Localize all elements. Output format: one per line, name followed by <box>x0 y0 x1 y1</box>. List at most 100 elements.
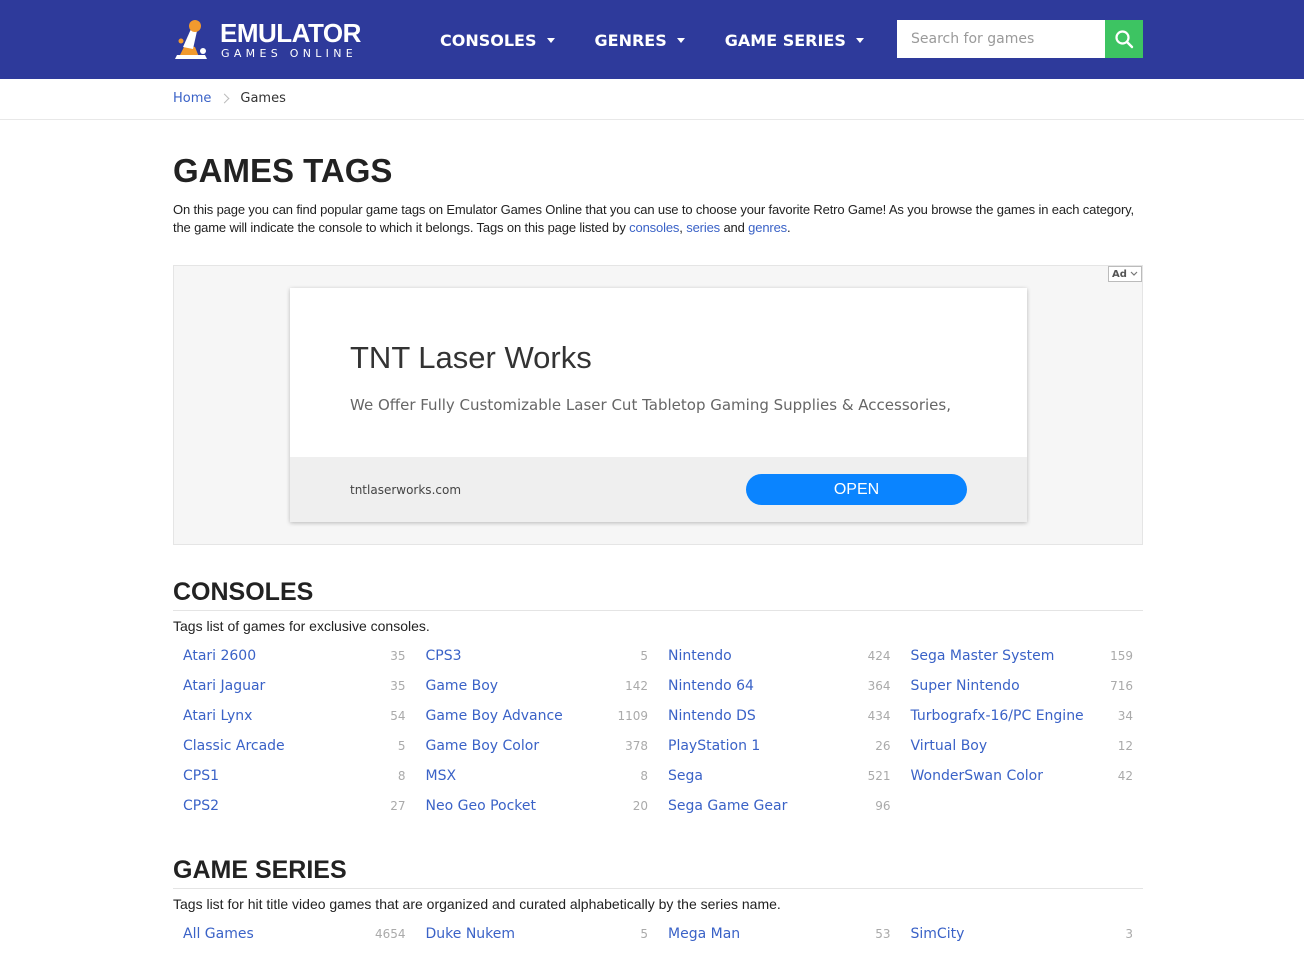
tag-link[interactable]: Duke Nukem <box>426 926 516 942</box>
tag-item[interactable]: PlayStation 1 26 <box>668 731 891 761</box>
tag-item[interactable]: Atari 2600 35 <box>183 641 406 671</box>
search-input[interactable] <box>897 20 1105 58</box>
logo-subtitle: GAMES ONLINE <box>221 47 358 60</box>
tag-count: 20 <box>632 799 648 813</box>
tag-item[interactable]: Sega Game Gear 96 <box>668 791 891 821</box>
ad-description: We Offer Fully Customizable Laser Cut Ta… <box>350 396 951 414</box>
page-intro: On this page you can find popular game t… <box>173 201 1143 237</box>
tag-count: 42 <box>1117 769 1133 783</box>
tag-link[interactable]: All Games <box>183 926 254 942</box>
tag-link[interactable]: Game Boy Advance <box>426 708 563 724</box>
ad-card[interactable]: TNT Laser Works We Offer Fully Customiza… <box>290 288 1027 522</box>
tag-count: 364 <box>867 679 891 693</box>
tag-item[interactable]: Game Boy Color 378 <box>426 731 649 761</box>
tag-item[interactable]: Classic Arcade 5 <box>183 731 406 761</box>
nav-genres[interactable]: GENRES <box>595 28 685 52</box>
tag-item[interactable]: Super Nintendo 716 <box>911 671 1134 701</box>
tag-link[interactable]: CPS3 <box>426 648 462 664</box>
breadcrumb: Home Games <box>173 91 286 106</box>
tag-link[interactable]: CPS2 <box>183 798 219 814</box>
tag-item[interactable]: Duke Nukem 5 <box>426 919 649 949</box>
ad-choices-badge[interactable]: Ad <box>1108 266 1142 282</box>
tag-link[interactable]: Nintendo 64 <box>668 678 754 694</box>
tag-link[interactable]: Sega <box>668 768 703 784</box>
tag-count: 27 <box>390 799 406 813</box>
chevron-down-icon <box>546 37 555 43</box>
site-logo[interactable]: EMULATOR GAMES ONLINE <box>173 17 368 63</box>
game-series-section: GAME SERIES Tags list for hit title vide… <box>173 856 1143 949</box>
tag-link[interactable]: Atari 2600 <box>183 648 256 664</box>
tag-item[interactable]: CPS3 5 <box>426 641 649 671</box>
tag-item[interactable]: Virtual Boy 12 <box>911 731 1134 761</box>
tag-count: 8 <box>640 769 648 783</box>
tag-link[interactable]: MSX <box>426 768 457 784</box>
search-form <box>897 20 1143 58</box>
tag-link[interactable]: Nintendo <box>668 648 732 664</box>
logo-title: EMULATOR <box>220 18 361 48</box>
tag-link[interactable]: Sega Game Gear <box>668 798 787 814</box>
top-navigation-bar: EMULATOR GAMES ONLINE CONSOLES GENRES GA… <box>0 0 1304 79</box>
tag-link[interactable]: Neo Geo Pocket <box>426 798 537 814</box>
tag-count: 96 <box>875 799 891 813</box>
intro-genres-link[interactable]: genres <box>748 220 787 235</box>
ad-footer: tntlaserworks.com OPEN <box>290 457 1027 522</box>
game-series-section-desc: Tags list for hit title video games that… <box>173 896 781 912</box>
tag-link[interactable]: Atari Lynx <box>183 708 252 724</box>
tag-column: Duke Nukem 5 <box>416 919 659 949</box>
ad-open-button[interactable]: OPEN <box>746 474 967 505</box>
tag-item[interactable]: Nintendo DS 434 <box>668 701 891 731</box>
tag-link[interactable]: Classic Arcade <box>183 738 285 754</box>
tag-item[interactable]: Nintendo 64 364 <box>668 671 891 701</box>
tag-column: Mega Man 53 <box>658 919 901 949</box>
tag-count: 434 <box>867 709 891 723</box>
tag-item[interactable]: Neo Geo Pocket 20 <box>426 791 649 821</box>
search-button[interactable] <box>1105 20 1143 58</box>
main-nav: CONSOLES GENRES GAME SERIES <box>440 28 904 52</box>
tag-link[interactable]: Sega Master System <box>911 648 1055 664</box>
tag-link[interactable]: Super Nintendo <box>911 678 1020 694</box>
breadcrumb-current: Games <box>240 91 286 106</box>
breadcrumb-bar: Home Games <box>0 79 1304 120</box>
tag-link[interactable]: Game Boy Color <box>426 738 540 754</box>
tag-link[interactable]: PlayStation 1 <box>668 738 760 754</box>
tag-item[interactable]: SimCity 3 <box>911 919 1134 949</box>
tag-item[interactable]: Sega Master System 159 <box>911 641 1134 671</box>
tag-item[interactable]: CPS1 8 <box>183 761 406 791</box>
tag-item[interactable]: Nintendo 424 <box>668 641 891 671</box>
tag-link[interactable]: Atari Jaguar <box>183 678 265 694</box>
tag-link[interactable]: Mega Man <box>668 926 740 942</box>
tag-column: Atari 2600 35 Atari Jaguar 35 Atari Lynx 54 Cl… <box>173 641 416 821</box>
tag-item[interactable]: Mega Man 53 <box>668 919 891 949</box>
tag-item[interactable]: Sega 521 <box>668 761 891 791</box>
ad-title[interactable]: TNT Laser Works <box>350 340 592 376</box>
chevron-down-icon <box>1130 271 1138 276</box>
tag-count: 54 <box>390 709 406 723</box>
intro-series-link[interactable]: series <box>686 220 720 235</box>
intro-consoles-link[interactable]: consoles <box>629 220 679 235</box>
tag-link[interactable]: CPS1 <box>183 768 219 784</box>
consoles-section: CONSOLES Tags list of games for exclusiv… <box>173 578 1143 821</box>
tag-count: 53 <box>875 927 891 941</box>
nav-game-series[interactable]: GAME SERIES <box>725 28 864 52</box>
tag-link[interactable]: Turbografx-16/PC Engine <box>911 708 1084 724</box>
tag-link[interactable]: Virtual Boy <box>911 738 988 754</box>
tag-link[interactable]: Game Boy <box>426 678 499 694</box>
tag-item[interactable]: All Games 4654 <box>183 919 406 949</box>
tag-column: Nintendo 424 Nintendo 64 364 Nintendo DS 434 P… <box>658 641 901 821</box>
consoles-tag-grid: Atari 2600 35 Atari Jaguar 35 Atari Lynx 54 Cl… <box>173 641 1143 821</box>
tag-link[interactable]: SimCity <box>911 926 965 942</box>
tag-item[interactable]: Game Boy Advance 1109 <box>426 701 649 731</box>
tag-item[interactable]: Atari Jaguar 35 <box>183 671 406 701</box>
tag-item[interactable]: MSX 8 <box>426 761 649 791</box>
tag-link[interactable]: Nintendo DS <box>668 708 756 724</box>
tag-item[interactable]: Turbografx-16/PC Engine 34 <box>911 701 1134 731</box>
tag-item[interactable]: Game Boy 142 <box>426 671 649 701</box>
tag-count: 159 <box>1110 649 1133 663</box>
tag-item[interactable]: WonderSwan Color 42 <box>911 761 1134 791</box>
tag-link[interactable]: WonderSwan Color <box>911 768 1044 784</box>
breadcrumb-home-link[interactable]: Home <box>173 91 211 106</box>
tag-item[interactable]: CPS2 27 <box>183 791 406 821</box>
nav-consoles[interactable]: CONSOLES <box>440 28 555 52</box>
chevron-right-icon <box>219 93 230 104</box>
tag-item[interactable]: Atari Lynx 54 <box>183 701 406 731</box>
